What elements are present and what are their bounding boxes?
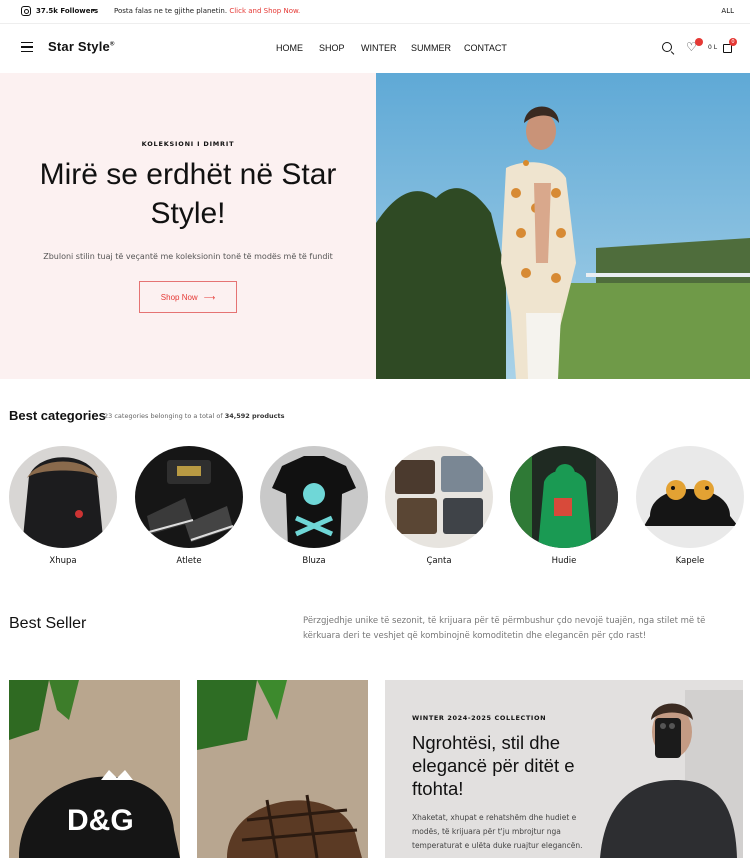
registered-mark: ® xyxy=(109,41,115,48)
category-image[interactable] xyxy=(260,446,368,548)
wishlist-badge xyxy=(695,38,703,46)
arrow-right-icon: ⟶ xyxy=(203,292,216,302)
category-label[interactable]: Hudie xyxy=(510,556,618,566)
menu-icon[interactable] xyxy=(21,42,33,53)
search-icon[interactable] xyxy=(662,42,672,52)
hero-photo xyxy=(376,73,750,379)
hero-title: Mirë se erdhët në Star Style! xyxy=(39,158,337,230)
promo-title: Ngrohtësi, stil dhe elegancë për ditët e… xyxy=(412,732,575,799)
shop-now-button[interactable]: Shop Now ⟶ xyxy=(139,281,237,313)
cart-total: 0 L xyxy=(708,44,718,51)
category-card[interactable]: Atlete xyxy=(135,446,243,566)
instagram-icon[interactable] xyxy=(21,6,31,16)
product-card[interactable]: D&G xyxy=(9,680,180,858)
nav-summer[interactable]: SUMMER xyxy=(411,43,451,53)
category-card[interactable]: Kapele xyxy=(636,446,744,566)
nav-shop[interactable]: SHOP xyxy=(319,43,345,53)
category-image[interactable] xyxy=(636,446,744,548)
best-seller-description: Përzgjedhje unike të sezonit, të krijuar… xyxy=(303,616,706,641)
followers-count[interactable]: 37.5k Followers xyxy=(36,7,98,15)
product-image[interactable]: D&G xyxy=(9,680,180,858)
categories-count: 23 categories xyxy=(104,412,149,420)
site-logo[interactable]: Star Style® xyxy=(48,39,115,54)
category-label[interactable]: Çanta xyxy=(385,556,493,566)
top-bar: 37.5k Followers ▾ Posta falas ne te gjit… xyxy=(0,0,750,24)
product-image[interactable] xyxy=(197,680,368,858)
currency-selector[interactable]: ALL xyxy=(721,7,734,15)
category-image[interactable] xyxy=(385,446,493,548)
best-seller-title: Best Seller xyxy=(9,615,87,632)
promo-eyebrow: WINTER 2024-2025 COLLECTION xyxy=(412,714,547,722)
hero-banner: KOLEKSIONI I DIMRIT Mirë se erdhët në St… xyxy=(0,73,376,379)
logo-text: Star Style xyxy=(48,39,110,54)
nav-contact[interactable]: CONTACT xyxy=(464,43,507,53)
category-label[interactable]: Bluza xyxy=(260,556,368,566)
categories-meta: 23 categories belonging to a total of 34… xyxy=(104,412,284,420)
category-image[interactable] xyxy=(135,446,243,548)
category-card[interactable]: Hudie xyxy=(510,446,618,566)
category-card[interactable]: Bluza xyxy=(260,446,368,566)
promo-message: Posta falas ne te gjithe planetin. Click… xyxy=(114,7,300,15)
chevron-down-icon[interactable]: ▾ xyxy=(92,7,95,14)
nav-home[interactable]: HOME xyxy=(276,43,303,53)
hero-image xyxy=(376,73,750,379)
category-image[interactable] xyxy=(9,446,117,548)
collection-promo[interactable]: WINTER 2024-2025 COLLECTION Ngrohtësi, s… xyxy=(385,680,743,858)
site-header: Star Style® HOME SHOP WINTER SUMMER CONT… xyxy=(0,24,750,73)
category-card[interactable]: Xhupa xyxy=(9,446,117,566)
category-label[interactable]: Xhupa xyxy=(9,556,117,566)
promo-link[interactable]: Click and Shop Now. xyxy=(229,7,300,15)
product-card[interactable] xyxy=(197,680,368,858)
cart-count-badge: 0 xyxy=(729,38,737,46)
hero-description: Zbuloni stilin tuaj të veçantë me koleks… xyxy=(43,252,333,261)
promo-description: Xhaketat, xhupat e rehatshëm dhe hudiet … xyxy=(412,813,583,850)
category-label[interactable]: Atlete xyxy=(135,556,243,566)
categories-title: Best categories xyxy=(9,408,106,423)
hero-eyebrow: KOLEKSIONI I DIMRIT xyxy=(141,140,235,148)
products-count: 34,592 products xyxy=(224,412,285,420)
category-image[interactable] xyxy=(510,446,618,548)
nav-winter[interactable]: WINTER xyxy=(361,43,397,53)
product-logo-text: D&G xyxy=(67,804,134,837)
category-label[interactable]: Kapele xyxy=(636,556,744,566)
shop-now-label: Shop Now xyxy=(160,292,198,302)
promo-text: Posta falas ne te gjithe planetin. xyxy=(114,7,228,15)
categories-meta-text: belonging to a total of xyxy=(150,412,223,420)
category-card[interactable]: Çanta xyxy=(385,446,493,566)
